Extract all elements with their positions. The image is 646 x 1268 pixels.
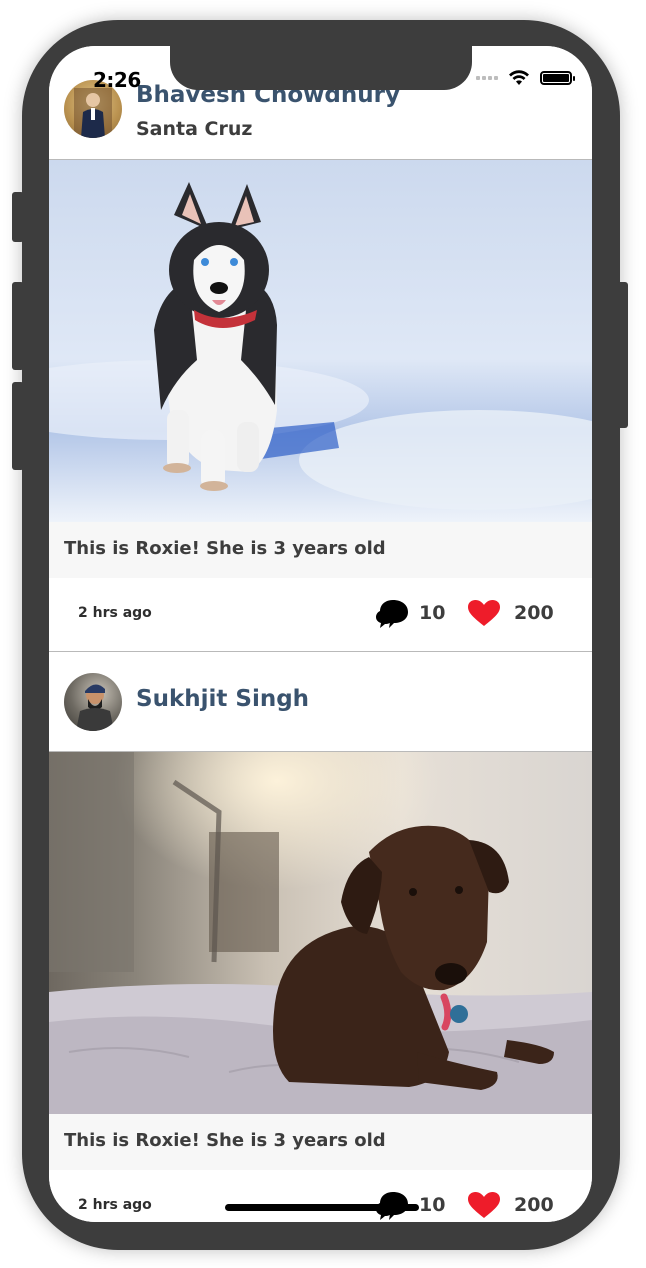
signal-icon xyxy=(476,76,498,80)
status-time: 2:26 xyxy=(93,68,141,92)
comment-bubbles-icon[interactable] xyxy=(375,598,409,630)
comment-count: 10 xyxy=(419,602,446,624)
post-photo-labrador[interactable] xyxy=(49,752,592,1114)
feed-post: Bhavesh Chowdhury Santa Cruz This is Rox… xyxy=(49,46,592,652)
mute-switch xyxy=(12,192,24,242)
notch xyxy=(170,46,472,90)
heart-icon[interactable] xyxy=(467,1191,501,1219)
status-icons xyxy=(476,70,575,86)
home-indicator[interactable] xyxy=(225,1204,419,1211)
post-caption: This is Roxie! She is 3 years old xyxy=(49,1114,592,1170)
feed-post: Sukhjit Singh This is Roxie! She is 3 ye… xyxy=(49,652,592,1222)
phone-screen: 2:26 Bhavesh Chowdhury Santa Cruz This i… xyxy=(49,46,592,1222)
like-count: 200 xyxy=(514,1194,554,1216)
post-photo-husky[interactable] xyxy=(49,160,592,522)
post-header: Sukhjit Singh xyxy=(49,652,592,752)
post-time: 2 hrs ago xyxy=(78,1197,152,1213)
volume-up-button xyxy=(12,282,24,370)
avatar[interactable] xyxy=(64,673,122,731)
author-location: Santa Cruz xyxy=(136,118,253,140)
author-name[interactable]: Sukhjit Singh xyxy=(136,686,309,712)
post-time: 2 hrs ago xyxy=(78,605,152,621)
post-caption: This is Roxie! She is 3 years old xyxy=(49,522,592,578)
volume-down-button xyxy=(12,382,24,470)
wifi-icon xyxy=(509,70,529,85)
power-button xyxy=(616,282,628,428)
post-meta: 2 hrs ago 10 200 xyxy=(49,578,592,652)
battery-icon xyxy=(540,71,575,85)
post-meta: 2 hrs ago 10 200 xyxy=(49,1170,592,1222)
heart-icon[interactable] xyxy=(467,599,501,627)
comment-count: 10 xyxy=(419,1194,446,1216)
like-count: 200 xyxy=(514,602,554,624)
